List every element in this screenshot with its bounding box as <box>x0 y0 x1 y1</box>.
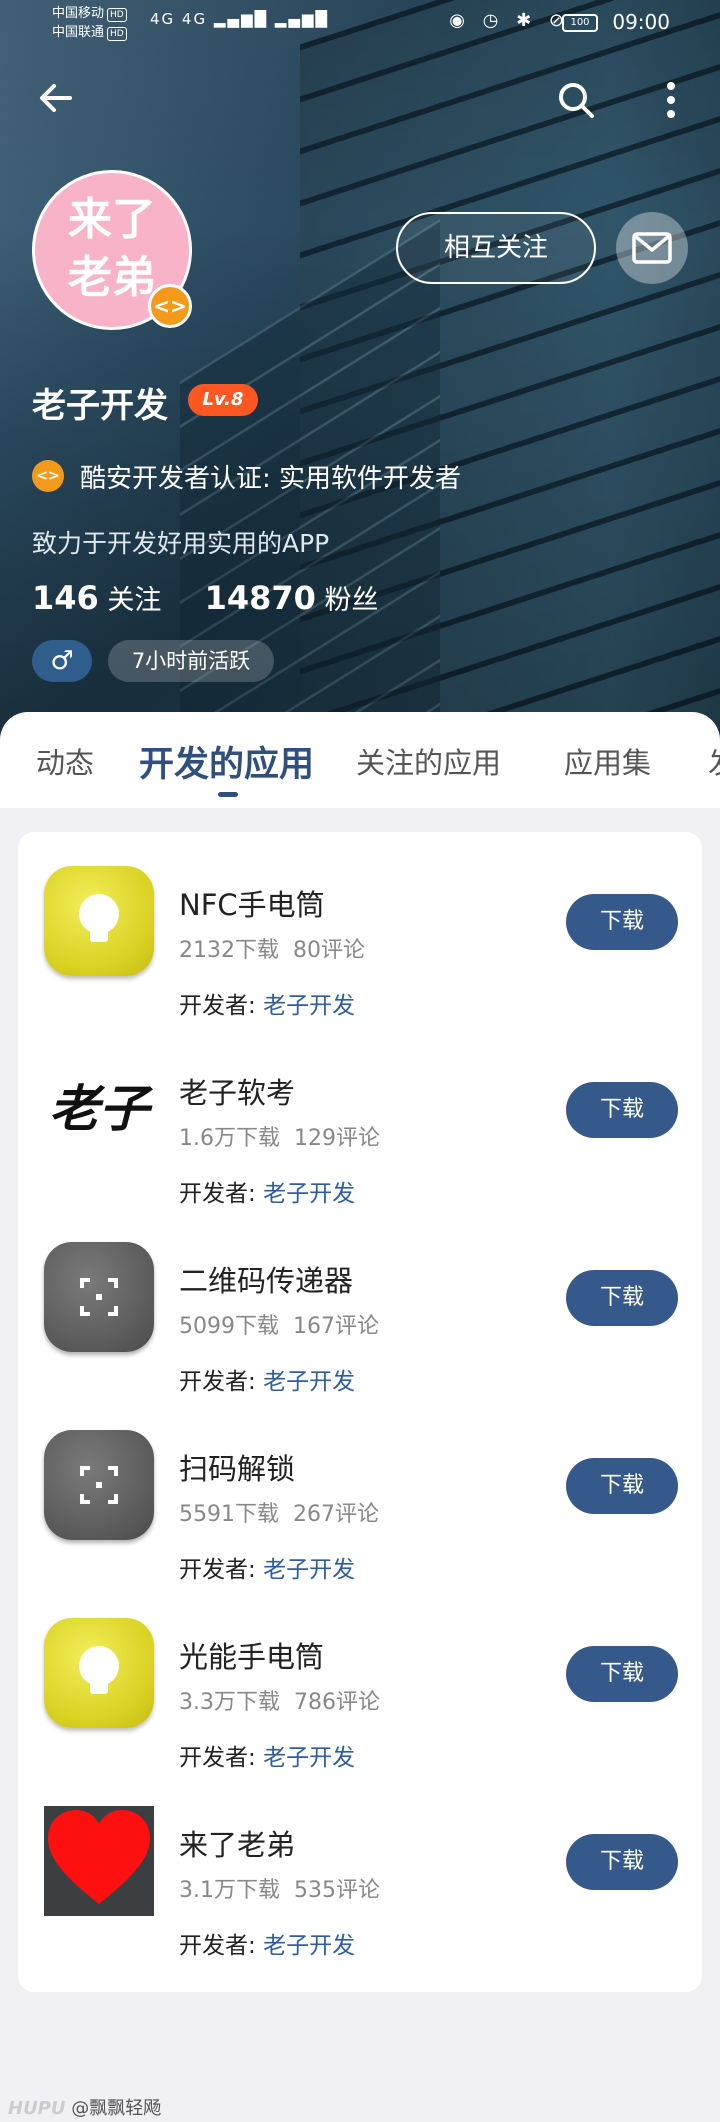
tab-developed-apps[interactable]: 开发的应用 <box>139 736 314 787</box>
tab-app-collections[interactable]: 应用集 <box>564 740 651 782</box>
app-name: 扫码解锁 <box>179 1452 296 1486</box>
more-options-button[interactable] <box>656 80 686 120</box>
app-developer: 开发者: 老子开发 <box>179 1745 356 1771</box>
download-button[interactable]: 下载 <box>566 894 678 950</box>
profile-header: 中国移动 HD 中国联通 HD 4G 4G ▂▄▆█ ▂▄▆█ ◉ ◷ ✱ ⊘ 10… <box>0 0 720 740</box>
tab-more[interactable]: 发 <box>708 740 720 782</box>
developer-link[interactable]: 老子开发 <box>263 1745 355 1771</box>
certification-text: 酷安开发者认证: 实用软件开发者 <box>80 464 462 494</box>
more-vertical-icon <box>667 82 675 118</box>
scan-frame-icon <box>44 1430 154 1540</box>
clock: 09:00 <box>612 10 670 34</box>
list-item[interactable]: 光能手电筒 3.3万下载 786评论 开发者: 老子开发 下载 <box>18 1584 702 1772</box>
app-developer: 开发者: 老子开发 <box>179 1933 356 1959</box>
username: 老子开发 <box>32 386 168 426</box>
arrow-left-icon <box>40 84 72 112</box>
download-button[interactable]: 下载 <box>566 1458 678 1514</box>
tab-followed-apps[interactable]: 关注的应用 <box>356 740 501 782</box>
fans-stat[interactable]: 14870 粉丝 <box>205 579 379 617</box>
last-active-badge: 7小时前活跃 <box>108 640 274 682</box>
list-item[interactable]: 扫码解锁 5591下载 267评论 开发者: 老子开发 下载 <box>18 1396 702 1584</box>
app-name: 来了老弟 <box>179 1828 296 1862</box>
bulb-icon <box>44 866 154 976</box>
certification-icon: <> <box>32 460 64 492</box>
app-name: NFC手电筒 <box>179 888 325 922</box>
bulb-icon <box>44 1618 154 1728</box>
download-button[interactable]: 下载 <box>566 1646 678 1702</box>
app-developer: 开发者: 老子开发 <box>179 1181 356 1207</box>
follow-button[interactable]: 相互关注 <box>396 212 596 284</box>
watermark: HUPU @飘飘轻飏 <box>8 2098 162 2119</box>
back-button[interactable] <box>36 78 76 118</box>
battery-icon: 100 <box>562 14 598 32</box>
follow-stats: 146 关注 14870 粉丝 <box>32 578 379 617</box>
developer-link[interactable]: 老子开发 <box>263 1181 355 1207</box>
mail-icon <box>632 232 672 264</box>
heart-icon <box>44 1806 154 1916</box>
developer-badge-icon: <> <box>148 284 192 328</box>
profile-tabs: 动态 开发的应用 关注的应用 应用集 发 <box>0 712 720 808</box>
status-bar: 中国移动 HD 中国联通 HD 4G 4G ▂▄▆█ ▂▄▆█ ◉ ◷ ✱ ⊘ 10… <box>0 0 720 48</box>
tab-feed[interactable]: 动态 <box>36 740 94 782</box>
app-developer: 开发者: 老子开发 <box>179 993 356 1019</box>
app-developer: 开发者: 老子开发 <box>179 1557 356 1583</box>
list-item[interactable]: NFC手电筒 2132下载 80评论 开发者: 老子开发 下载 <box>18 832 702 1020</box>
app-stats: 2132下载 80评论 <box>179 938 365 963</box>
search-icon <box>559 83 594 118</box>
search-button[interactable] <box>556 80 596 120</box>
download-button[interactable]: 下载 <box>566 1082 678 1138</box>
bio: 致力于开发好用实用的APP <box>32 529 330 558</box>
following-stat[interactable]: 146 关注 <box>32 579 161 617</box>
app-stats: 3.3万下载 786评论 <box>179 1690 380 1715</box>
list-item[interactable]: 来了老弟 3.1万下载 535评论 开发者: 老子开发 下载 <box>18 1772 702 1960</box>
scan-frame-icon <box>44 1242 154 1352</box>
download-button[interactable]: 下载 <box>566 1270 678 1326</box>
download-button[interactable]: 下载 <box>566 1834 678 1890</box>
app-developer: 开发者: 老子开发 <box>179 1369 356 1395</box>
app-stats: 5591下载 267评论 <box>179 1502 379 1527</box>
text-logo-icon: 老子 <box>44 1054 154 1164</box>
app-stats: 3.1万下载 535评论 <box>179 1878 380 1903</box>
developer-link[interactable]: 老子开发 <box>263 993 355 1019</box>
app-name: 老子软考 <box>179 1076 296 1110</box>
developer-link[interactable]: 老子开发 <box>263 1933 355 1959</box>
list-item[interactable]: 老子 老子软考 1.6万下载 129评论 开发者: 老子开发 下载 <box>18 1020 702 1208</box>
carrier-info: 中国移动 HD 中国联通 HD <box>52 4 127 42</box>
app-stats: 1.6万下载 129评论 <box>179 1126 380 1151</box>
gender-male-icon: ♂ <box>32 640 92 682</box>
app-name: 光能手电筒 <box>179 1640 325 1674</box>
tab-indicator <box>218 792 238 797</box>
signal-icon: 4G 4G ▂▄▆█ ▂▄▆█ <box>150 10 329 28</box>
developer-link[interactable]: 老子开发 <box>263 1557 355 1583</box>
app-stats: 5099下载 167评论 <box>179 1314 379 1339</box>
status-icons: ◉ ◷ ✱ ⊘ <box>449 10 570 31</box>
app-list: NFC手电筒 2132下载 80评论 开发者: 老子开发 下载 老子 老子软考 … <box>18 832 702 1992</box>
level-badge: Lv.8 <box>188 384 258 416</box>
list-item[interactable]: 二维码传递器 5099下载 167评论 开发者: 老子开发 下载 <box>18 1208 702 1396</box>
developer-link[interactable]: 老子开发 <box>263 1369 355 1395</box>
message-button[interactable] <box>616 212 688 284</box>
app-name: 二维码传递器 <box>179 1264 354 1298</box>
